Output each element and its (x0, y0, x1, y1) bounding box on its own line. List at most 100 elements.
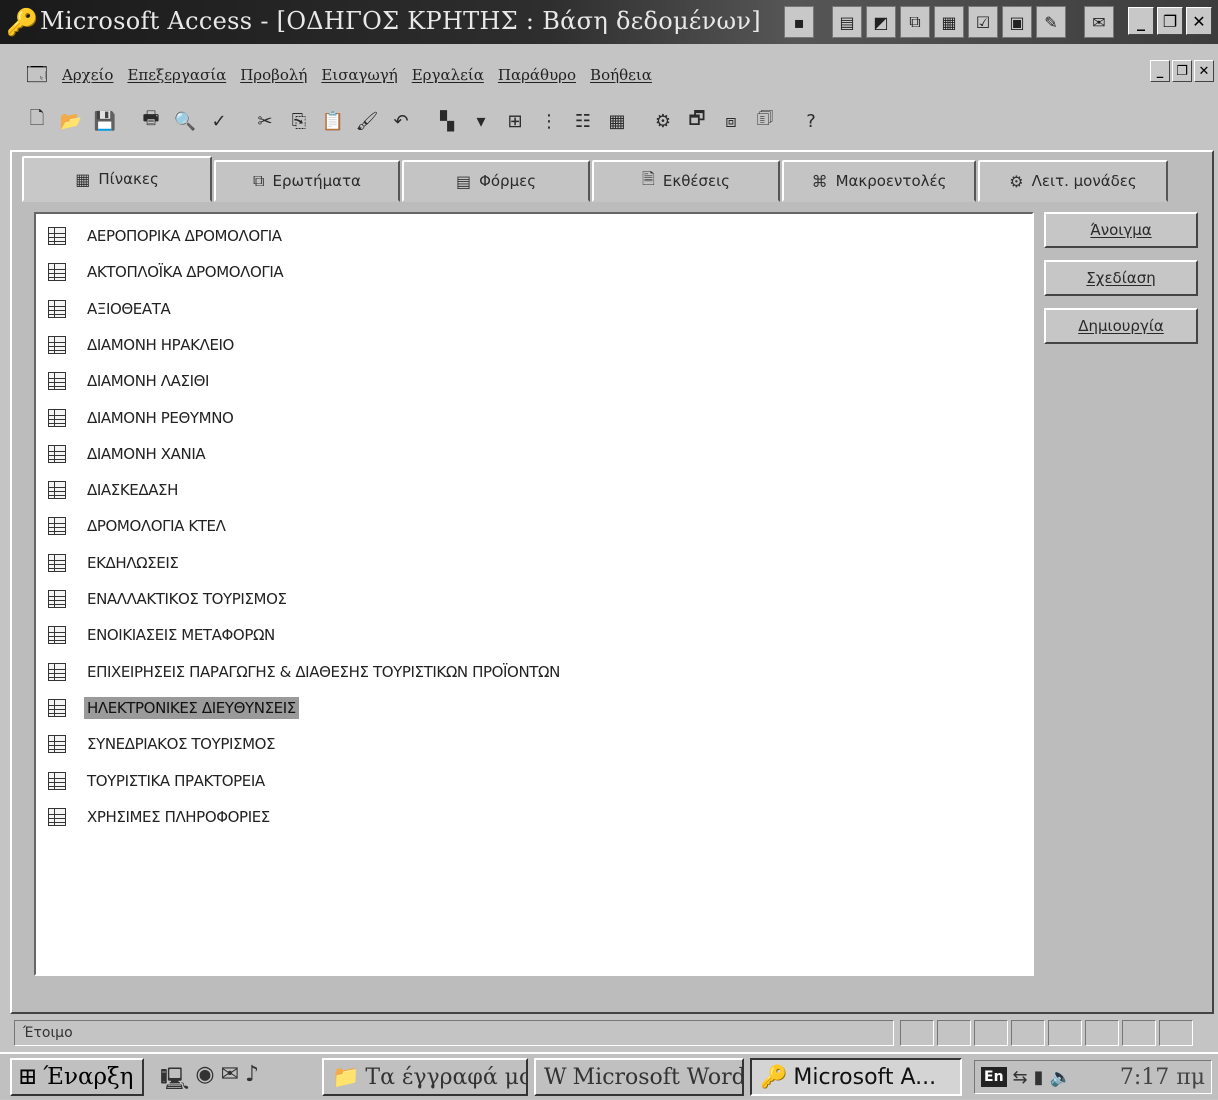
open-icon[interactable]: 📂 (56, 106, 86, 136)
access-key-icon: 🔑 (760, 1064, 788, 1090)
status-bar: Έτοιμο (0, 1014, 1218, 1050)
taskbar-item-word[interactable]: W Microsoft Word (534, 1058, 744, 1096)
copy-icon[interactable]: ⎘ (284, 106, 314, 136)
report-icon: 🗎 (642, 168, 655, 188)
tab-forms[interactable]: ▤ Φόρμες (402, 160, 590, 202)
table-list-item[interactable]: ΤΟΥΡΙΣΤΙΚΑ ΠΡΑΚΤΟΡΕΙΑ (48, 767, 268, 795)
table-list-item[interactable]: ΕΚΔΗΛΩΣΕΙΣ (48, 549, 181, 577)
table-name: ΔΙΑΜΟΝΗ ΧΑΝΙΑ (87, 444, 206, 463)
menu-edit[interactable]: Επεξεργασία (127, 66, 226, 84)
table-name: ΑΞΙΟΘΕΑΤΑ (87, 299, 171, 318)
tab-modules[interactable]: ⚙ Λειτ. μονάδες (978, 160, 1168, 202)
menu-file[interactable]: Αρχείο (62, 66, 113, 84)
format-painter-icon[interactable]: 🖌 (352, 106, 382, 136)
table-list-item[interactable]: ΑΕΡΟΠΟΡΙΚΑ ΔΡΟΜΟΛΟΓΙΑ (48, 222, 285, 250)
start-button[interactable]: ⊞ Έναρξη (10, 1058, 144, 1096)
database-window-icon[interactable]: 🗔 (26, 60, 50, 86)
menu-help[interactable]: Βοήθεια (590, 66, 652, 84)
new-button[interactable]: Δημιουργία (1044, 308, 1198, 344)
copy-icon[interactable]: ⧉ (900, 6, 930, 38)
mdi-restore-icon[interactable]: ❐ (1172, 60, 1192, 82)
tab-queries[interactable]: ⧉ Ερωτήματα (214, 160, 400, 202)
taskbar-item-access[interactable]: 🔑 Microsoft A... (750, 1058, 962, 1096)
table-list-item[interactable]: ΧΡΗΣΙΜΕΣ ΠΛΗΡΟΦΟΡΙΕΣ (48, 803, 273, 831)
browser-icon[interactable]: ◉ (195, 1062, 214, 1100)
new-icon[interactable]: 🗋 (22, 106, 52, 136)
system-tray: En ⇆ ▮ 🔈 7:17 πμ (974, 1060, 1212, 1094)
open-button[interactable]: Άνοιγμα (1044, 212, 1198, 248)
save-icon[interactable]: 💾 (90, 106, 120, 136)
tile-icon[interactable]: ▪ (784, 6, 814, 38)
tab-tables[interactable]: ▦ Πίνακες (22, 156, 212, 202)
table-list-item[interactable]: ΔΡΟΜΟΛΟΓΙΑ ΚΤΕΛ (48, 512, 228, 540)
status-cell (937, 1020, 971, 1046)
minimize-icon[interactable]: _ (1128, 7, 1154, 35)
table-list-item[interactable]: ΕΝΑΛΛΑΚΤΙΚΟΣ ΤΟΥΡΙΣΜΟΣ (48, 585, 290, 613)
grid-icon[interactable]: ▦ (934, 6, 964, 38)
table-list-item[interactable]: ΗΛΕΚΤΡΟΝΙΚΕΣ ΔΙΕΥΘΥΝΣΕΙΣ (48, 694, 299, 722)
table-list-item[interactable]: ΕΠΙΧΕΙΡΗΣΕΙΣ ΠΑΡΑΓΩΓΗΣ & ΔΙΑΘΕΣΗΣ ΤΟΥΡΙΣ… (48, 658, 563, 686)
check-icon[interactable]: ☑ (968, 6, 998, 38)
status-indicators (900, 1020, 1193, 1046)
device-icon[interactable]: ▮ (1034, 1067, 1044, 1088)
relationships-icon[interactable]: ⧈ (716, 106, 746, 136)
close-icon[interactable]: ✕ (1186, 7, 1212, 35)
network-icon[interactable]: ⇆ (1013, 1067, 1028, 1088)
letter-icon[interactable]: ✉ (1084, 6, 1114, 38)
office-links-icon[interactable]: ▚ (432, 106, 462, 136)
analyze-icon[interactable]: ▾ (466, 106, 496, 136)
table-icon (48, 517, 66, 536)
paste-icon[interactable]: 📋 (318, 106, 348, 136)
table-list-item[interactable]: ΕΝΟΙΚΙΑΣΕΙΣ ΜΕΤΑΦΟΡΩΝ (48, 621, 278, 649)
design-button[interactable]: Σχεδίαση (1044, 260, 1198, 296)
mail-icon[interactable]: ✉ (221, 1062, 239, 1100)
table-list-item[interactable]: ΔΙΑΣΚΕΔΑΣΗ (48, 476, 181, 504)
details-icon[interactable]: ▦ (602, 106, 632, 136)
window-controls: _ ❐ ✕ (1128, 7, 1212, 35)
new-object-icon[interactable]: 🗊 (750, 106, 780, 136)
code-icon[interactable]: ⚙ (648, 106, 678, 136)
table-list-item[interactable]: ΔΙΑΜΟΝΗ ΛΑΣΙΘΙ (48, 367, 212, 395)
print-icon[interactable]: 🖶 (136, 106, 166, 136)
status-text: Έτοιμο (14, 1020, 894, 1046)
desktop-icon[interactable]: 🖳 (160, 1062, 189, 1100)
table-icon (48, 553, 66, 572)
small-icons-icon[interactable]: ⋮ (534, 106, 564, 136)
language-indicator[interactable]: En (981, 1067, 1007, 1087)
document-icon[interactable]: ▤ (832, 6, 862, 38)
spelling-icon[interactable]: ✓ (204, 106, 234, 136)
undo-icon[interactable]: ↶ (386, 106, 416, 136)
clock: 7:17 πμ (1119, 1064, 1205, 1090)
restore-icon[interactable]: ❐ (1157, 7, 1183, 35)
menu-window[interactable]: Παράθυρο (498, 66, 576, 84)
menu-insert[interactable]: Εισαγωγή (321, 66, 397, 84)
volume-icon[interactable]: 🔈 (1050, 1067, 1072, 1088)
mdi-close-icon[interactable]: ✕ (1194, 60, 1214, 82)
list-icon[interactable]: ☷ (568, 106, 598, 136)
properties-icon[interactable]: 🗗 (682, 106, 712, 136)
channel-icon[interactable]: ♪ (245, 1062, 259, 1100)
window-icon[interactable]: ▣ (1002, 6, 1032, 38)
table-list-item[interactable]: ΔΙΑΜΟΝΗ ΧΑΝΙΑ (48, 440, 208, 468)
note-icon[interactable]: ✎ (1036, 6, 1066, 38)
table-icon (48, 807, 66, 826)
mdi-minimize-icon[interactable]: _ (1150, 60, 1170, 82)
print-preview-icon[interactable]: 🔍 (170, 106, 200, 136)
table-list-item[interactable]: ΑΞΙΟΘΕΑΤΑ (48, 295, 173, 323)
large-icons-icon[interactable]: ⊞ (500, 106, 530, 136)
cut-icon[interactable]: ✂ (250, 106, 280, 136)
table-icon (48, 408, 66, 427)
table-list-item[interactable]: ΣΥΝΕΔΡΙΑΚΟΣ ΤΟΥΡΙΣΜΟΣ (48, 730, 278, 758)
menu-tools[interactable]: Εργαλεία (412, 66, 484, 84)
table-list-item[interactable]: ΔΙΑΜΟΝΗ ΡΕΘΥΜΝΟ (48, 404, 236, 432)
table-list-item[interactable]: ΔΙΑΜΟΝΗ ΗΡΑΚΛΕΙΟ (48, 331, 237, 359)
tab-macros[interactable]: ⌘ Μακροεντολές (782, 160, 976, 202)
table-list-item[interactable]: ΑΚΤΟΠΛΟΪΚΑ ΔΡΟΜΟΛΟΓΙΑ (48, 258, 286, 286)
tab-reports[interactable]: 🗎 Εκθέσεις (592, 160, 780, 202)
table-icon (48, 335, 66, 354)
help-icon[interactable]: ? (796, 106, 826, 136)
table-name: ΔΙΑΜΟΝΗ ΛΑΣΙΘΙ (87, 372, 210, 391)
taskbar-item-my-documents[interactable]: 📁 Τα έγγραφά μου (322, 1058, 528, 1096)
folder-icon[interactable]: ◩ (866, 6, 896, 38)
menu-view[interactable]: Προβολή (240, 66, 307, 84)
